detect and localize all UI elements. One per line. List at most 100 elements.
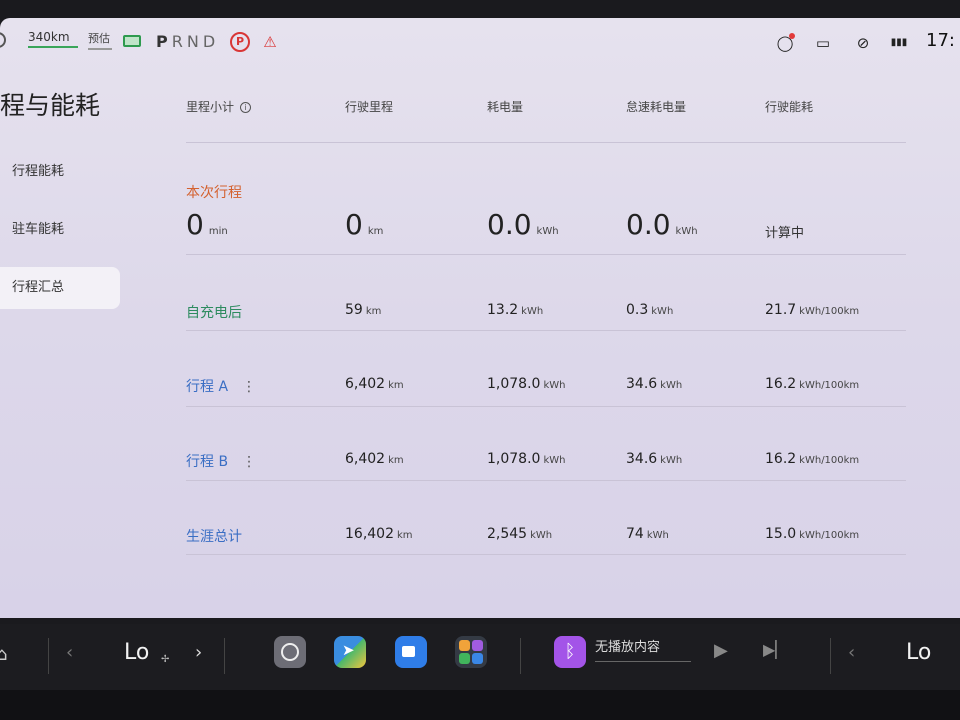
- consumption-unit: kWh/100km: [799, 455, 860, 466]
- distance-unit: km: [388, 380, 404, 391]
- battery-icon: [123, 35, 141, 47]
- play-icon[interactable]: ▶: [714, 640, 728, 661]
- link-icon[interactable]: ⊘: [852, 32, 874, 54]
- current-trip-duration: 0 min: [186, 208, 228, 241]
- climate-left-temp[interactable]: Lo: [124, 640, 149, 665]
- trip-b-text: 行程 B: [186, 454, 229, 470]
- lifetime-idle: 74 kWh: [626, 526, 669, 542]
- energy-value: 0.0: [487, 208, 532, 241]
- consumption-value: 16.2: [765, 376, 797, 392]
- divider: [48, 638, 49, 674]
- sidebar-item-parking-energy[interactable]: 驻车能耗: [0, 209, 120, 251]
- trip-b-label[interactable]: 行程 B ⋮: [186, 451, 256, 471]
- trip-b-idle: 34.6 kWh: [626, 451, 682, 467]
- skip-next-icon[interactable]: ▶▏: [763, 640, 788, 659]
- range-indicator: 340km: [28, 30, 78, 48]
- header-energy: 耗电量: [487, 100, 524, 114]
- more-vertical-icon[interactable]: ⋮: [242, 379, 256, 395]
- trip-a-label[interactable]: 行程 A ⋮: [186, 376, 256, 396]
- consumption-unit: kWh/100km: [799, 530, 860, 541]
- consumption-value: 15.0: [765, 526, 797, 542]
- divider: [520, 638, 521, 674]
- app-grid-icon[interactable]: [455, 636, 487, 668]
- idle-unit: kWh: [646, 530, 669, 541]
- gear-selector: PRND: [156, 32, 219, 51]
- idle-unit: kWh: [660, 455, 683, 466]
- estimate-indicator: 预估: [88, 30, 112, 50]
- energy-value: 2,545: [487, 526, 528, 542]
- distance-value: 6,402: [345, 451, 386, 467]
- gear-d: D: [202, 32, 220, 51]
- trip-a-distance: 6,402 km: [345, 376, 404, 392]
- circle-icon: [0, 32, 6, 48]
- chevron-left-icon[interactable]: ‹: [848, 642, 855, 663]
- divider: [186, 330, 906, 331]
- grid-tile: [472, 653, 483, 664]
- fan-icon: ✢: [161, 654, 170, 665]
- distance-value: 6,402: [345, 376, 386, 392]
- climate-right-temp[interactable]: Lo: [906, 640, 931, 665]
- sidebar-item-label: 驻车能耗: [12, 222, 65, 237]
- trip-b-distance: 6,402 km: [345, 451, 404, 467]
- chevron-left-icon[interactable]: ‹: [66, 642, 73, 663]
- sidebar-item-label: 行程能耗: [12, 164, 65, 179]
- bluetooth-icon[interactable]: ᛒ: [554, 636, 586, 668]
- current-trip-energy: 0.0 kWh: [487, 208, 559, 241]
- energy-unit: kWh: [543, 380, 566, 391]
- video-call-app-icon[interactable]: [395, 636, 427, 668]
- energy-unit: kWh: [536, 226, 559, 237]
- settings-app-icon[interactable]: [274, 636, 306, 668]
- header-idle-energy: 怠速耗电量: [626, 100, 687, 114]
- idle-value: 34.6: [626, 376, 658, 392]
- gear-r: R: [171, 32, 187, 51]
- estimate-label: 预估: [88, 32, 110, 45]
- consumption-unit: kWh/100km: [799, 380, 860, 391]
- energy-value: 1,078.0: [487, 451, 541, 467]
- energy-unit: kWh: [543, 455, 566, 466]
- home-icon[interactable]: ⌂: [0, 644, 10, 665]
- trip-a-text: 行程 A: [186, 379, 229, 395]
- sidebar-item-trip-summary[interactable]: 行程汇总: [0, 267, 120, 309]
- navigation-app-icon[interactable]: [334, 636, 366, 668]
- trip-b-consumption: 16.2 kWh/100km: [765, 451, 859, 467]
- parking-brake-label: P: [235, 35, 245, 48]
- energy-unit: kWh: [521, 306, 544, 317]
- duration-unit: min: [208, 226, 228, 237]
- idle-unit: kWh: [660, 380, 683, 391]
- gear-p: P: [156, 32, 172, 51]
- range-bar: [28, 46, 78, 48]
- media-progress-line: [595, 661, 691, 662]
- consumption-unit: kWh/100km: [799, 306, 860, 317]
- current-trip-label: 本次行程: [186, 185, 242, 201]
- distance-value: 59: [345, 302, 363, 318]
- idle-value: 74: [626, 526, 644, 542]
- message-icon[interactable]: ◯: [774, 32, 796, 54]
- trip-a-consumption: 16.2 kWh/100km: [765, 376, 859, 392]
- gear-n: N: [186, 32, 203, 51]
- current-trip-idle-energy: 0.0 kWh: [626, 208, 698, 241]
- grid-tile: [472, 640, 483, 651]
- since-charge-idle: 0.3 kWh: [626, 302, 673, 318]
- idle-value: 34.6: [626, 451, 658, 467]
- since-charge-label: 自充电后: [186, 305, 242, 321]
- energy-value: 1,078.0: [487, 376, 541, 392]
- info-icon[interactable]: i: [240, 102, 252, 113]
- estimate-bar: [88, 48, 112, 50]
- header-subtotal: 里程小计 i: [186, 98, 252, 115]
- distance-unit: km: [367, 226, 384, 237]
- camera-off-icon[interactable]: ▭: [812, 32, 834, 54]
- status-bar: 340km 预估 PRND P ⚠ ◯ ▭ ⊘ ▮▮▮ 17:: [0, 18, 960, 68]
- seatbelt-warning-icon: ⚠: [263, 33, 277, 51]
- trip-a-idle: 34.6 kWh: [626, 376, 682, 392]
- idle-unit: kWh: [651, 306, 674, 317]
- lifetime-energy: 2,545 kWh: [487, 526, 552, 542]
- since-charge-consumption: 21.7 kWh/100km: [765, 302, 859, 318]
- sidebar-item-trip-energy[interactable]: 行程能耗: [0, 151, 120, 193]
- media-status: 无播放内容: [595, 640, 661, 655]
- divider: [186, 554, 906, 555]
- bottom-dock: ⌂ ‹ Lo ✢ › ᛒ 无播放内容 ▶ ▶▏ ‹ Lo: [0, 624, 960, 690]
- divider: [186, 254, 906, 255]
- chevron-right-icon[interactable]: ›: [195, 642, 202, 663]
- header-distance: 行驶里程: [345, 100, 394, 114]
- more-vertical-icon[interactable]: ⋮: [242, 454, 256, 470]
